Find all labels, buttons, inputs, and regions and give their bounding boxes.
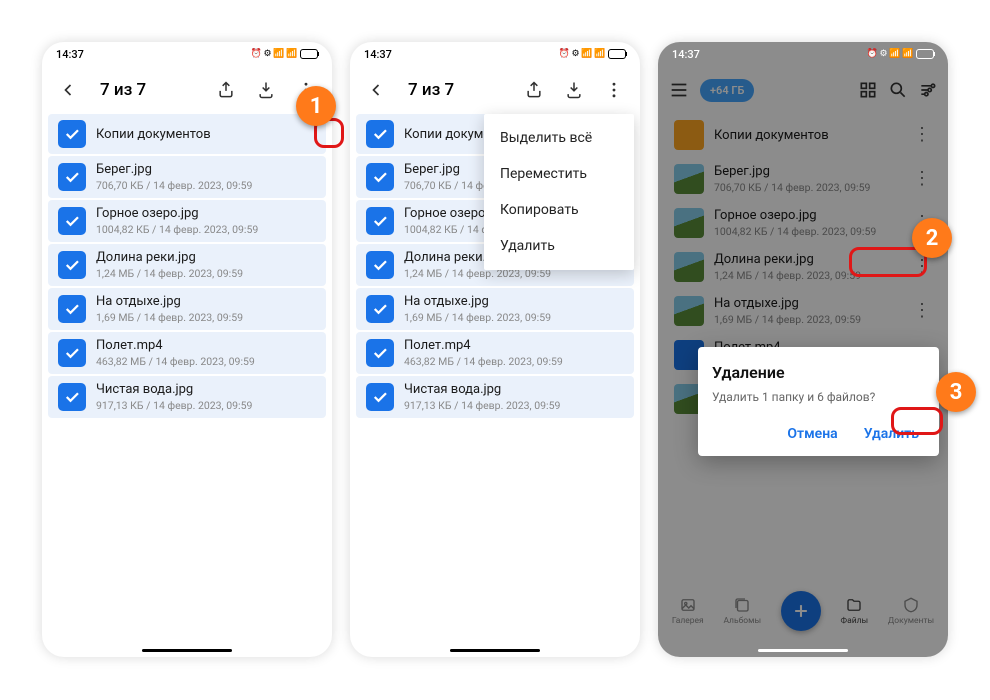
file-name: Горное озеро.jpg [96,206,316,221]
callout-3: 3 [936,372,976,412]
status-time: 14:37 [56,48,84,61]
callout-2: 2 [912,218,952,258]
highlight-confirm-delete [891,407,943,435]
home-indicator [758,649,848,652]
dialog-cancel-button[interactable]: Отмена [781,422,843,446]
phone-screen-1: 14:37 ⏰ ⚙ 📶 📶 7 из 7 Копии документов Бер… [42,42,332,657]
file-name: Чистая вода.jpg [404,382,624,397]
download-button[interactable] [248,72,284,108]
file-name: Долина реки.jpg [96,250,316,265]
share-button[interactable] [208,72,244,108]
checkbox-checked-icon[interactable] [58,339,86,367]
file-name: Полет.mp4 [404,338,624,353]
app-bar: 7 из 7 [42,66,332,114]
checkbox-checked-icon[interactable] [366,295,394,323]
status-icons: ⏰ ⚙ 📶 📶 [251,49,318,59]
checkbox-checked-icon[interactable] [366,163,394,191]
file-row[interactable]: На отдыхе.jpg 1,69 МБ / 14 февр. 2023, 09… [48,288,326,330]
file-row[interactable]: Копии документов [48,114,326,154]
file-meta: 917,13 КБ / 14 февр. 2023, 09:59 [96,399,316,412]
file-meta: 463,82 МБ / 14 февр. 2023, 09:59 [404,355,624,368]
file-row[interactable]: Чистая вода.jpg 917,13 КБ / 14 февр. 2023… [48,376,326,418]
checkbox-checked-icon[interactable] [366,120,394,148]
back-button[interactable] [50,72,86,108]
selection-count: 7 из 7 [90,80,204,100]
dialog-title: Удаление [712,363,925,382]
file-row[interactable]: Горное озеро.jpg 1004,82 КБ / 14 февр. 20… [48,200,326,242]
file-meta: 917,13 КБ / 14 февр. 2023, 09:59 [404,399,624,412]
file-row[interactable]: Берег.jpg 706,70 КБ / 14 февр. 2023, 09:5… [48,156,326,198]
checkbox-checked-icon[interactable] [366,207,394,235]
callout-1: 1 [296,86,336,126]
checkbox-checked-icon[interactable] [366,251,394,279]
back-button[interactable] [358,72,394,108]
checkbox-checked-icon[interactable] [58,163,86,191]
dialog-message: Удалить 1 папку и 6 файлов? [712,390,925,404]
file-name: Полет.mp4 [96,338,316,353]
checkbox-checked-icon[interactable] [58,383,86,411]
file-row[interactable]: Чистая вода.jpg 917,13 КБ / 14 февр. 2023… [356,376,634,418]
checkbox-checked-icon[interactable] [58,120,86,148]
context-menu: Выделить всё Переместить Копировать Удал… [484,114,634,270]
file-row[interactable]: Полет.mp4 463,82 МБ / 14 февр. 2023, 09:5… [356,332,634,374]
status-icons: ⏰ ⚙ 📶 📶 [559,49,626,59]
menu-copy[interactable]: Копировать [484,192,634,228]
file-name: На отдыхе.jpg [96,294,316,309]
file-meta: 1,24 МБ / 14 февр. 2023, 09:59 [96,267,316,280]
status-bar-overlay: 14:37 ⏰ ⚙ 📶 📶 [658,42,948,66]
status-time: 14:37 [364,48,392,61]
file-name: Копии документов [96,127,316,142]
highlight-delete-menu [849,247,927,277]
checkbox-checked-icon[interactable] [366,339,394,367]
home-indicator [450,649,540,652]
status-bar: 14:37 ⏰ ⚙ 📶 📶 [42,42,332,66]
download-button[interactable] [556,72,592,108]
file-meta: 1004,82 КБ / 14 февр. 2023, 09:59 [96,223,316,236]
checkbox-checked-icon[interactable] [366,383,394,411]
selection-count: 7 из 7 [398,80,512,100]
checkbox-checked-icon[interactable] [58,251,86,279]
file-row[interactable]: Долина реки.jpg 1,24 МБ / 14 февр. 2023, … [48,244,326,286]
app-bar: 7 из 7 [350,66,640,114]
menu-move[interactable]: Переместить [484,156,634,192]
file-name: На отдыхе.jpg [404,294,624,309]
menu-select-all[interactable]: Выделить всё [484,120,634,156]
phone-screen-3: 14:37 ⏰ ⚙ 📶 📶 +64 ГБ Копии документов⋮Бе… [658,42,948,657]
file-name: Чистая вода.jpg [96,382,316,397]
file-meta: 463,82 МБ / 14 февр. 2023, 09:59 [96,355,316,368]
status-icons: ⏰ ⚙ 📶 📶 [867,49,934,59]
menu-delete[interactable]: Удалить [484,228,634,264]
file-name: Берег.jpg [96,162,316,177]
file-meta: 706,70 КБ / 14 февр. 2023, 09:59 [96,179,316,192]
checkbox-checked-icon[interactable] [58,295,86,323]
file-row[interactable]: На отдыхе.jpg 1,69 МБ / 14 февр. 2023, 09… [356,288,634,330]
phone-screen-2: 14:37 ⏰ ⚙ 📶 📶 7 из 7 Копии документовБер… [350,42,640,657]
file-meta: 1,69 МБ / 14 февр. 2023, 09:59 [96,311,316,324]
file-row[interactable]: Полет.mp4 463,82 МБ / 14 февр. 2023, 09:5… [48,332,326,374]
more-button[interactable] [596,72,632,108]
file-list: Копии документов Берег.jpg 706,70 КБ / 14 … [42,114,332,418]
home-indicator [142,649,232,652]
checkbox-checked-icon[interactable] [58,207,86,235]
share-button[interactable] [516,72,552,108]
status-bar: 14:37 ⏰ ⚙ 📶 📶 [350,42,640,66]
delete-dialog: Удаление Удалить 1 папку и 6 файлов? Отм… [698,347,939,456]
status-time: 14:37 [672,48,700,61]
file-meta: 1,69 МБ / 14 февр. 2023, 09:59 [404,311,624,324]
